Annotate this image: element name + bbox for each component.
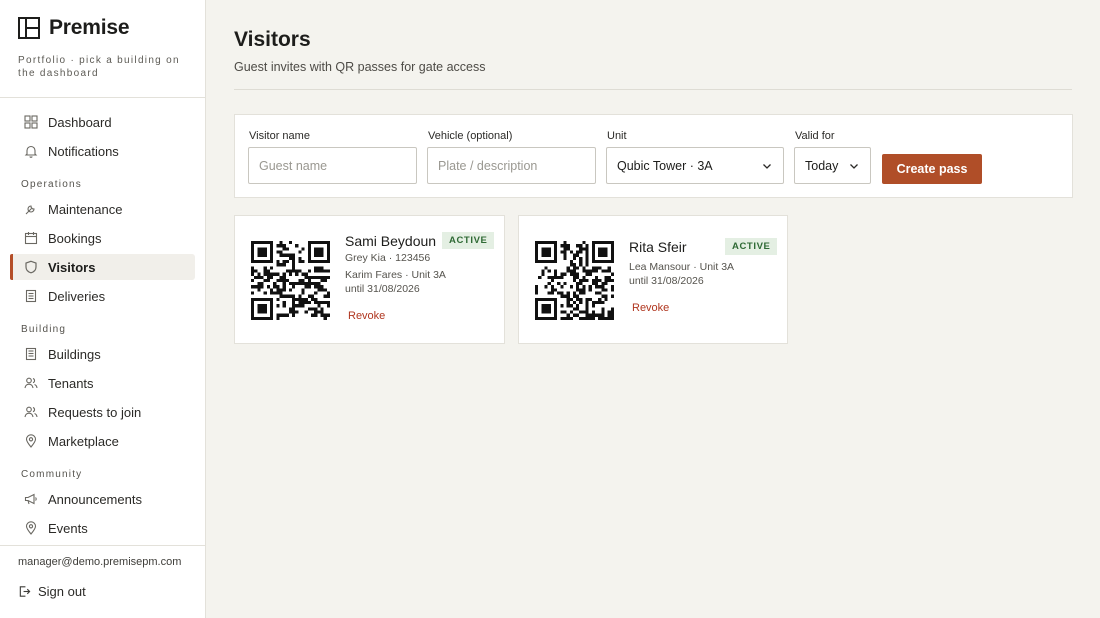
megaphone-icon [24,492,38,506]
visitor-vehicle: Grey Kia · 123456 [345,252,431,264]
sidebar-divider [0,97,206,98]
user-plus-icon [24,405,38,419]
sign-out-button[interactable]: Sign out [18,584,86,599]
visitor-host: Lea Mansour · Unit 3A [629,261,735,273]
revoke-button[interactable]: Revoke [348,310,385,322]
sidebar-item-dashboard[interactable]: Dashboard [10,109,195,135]
section-title-building: Building [21,324,67,335]
sign-out-icon [19,586,31,597]
premise-logo-icon [18,17,40,39]
sidebar: Premise Portfolio · pick a building on t… [0,0,206,618]
visitor-name-input[interactable] [248,147,417,184]
location-icon [24,521,38,535]
users-icon [24,376,38,390]
sidebar-item-label: Notifications [48,143,119,159]
visitor-name: Rita Sfeir [629,239,687,255]
sidebar-item-marketplace[interactable]: Marketplace [10,428,195,454]
chevron-down-icon [850,163,858,169]
sidebar-item-label: Deliveries [48,288,106,304]
sidebar-item-label: Maintenance [48,201,123,217]
sidebar-item-label: Events [48,520,88,536]
building-icon [24,347,38,361]
brand[interactable]: Premise [18,16,130,40]
sidebar-item-label: Announcements [48,491,142,507]
visitor-host: Karim Fares · Unit 3A [345,269,446,281]
calendar-icon [24,231,38,245]
sidebar-item-notifications[interactable]: Notifications [10,138,195,164]
sidebar-item-label: Visitors [48,259,96,275]
sidebar-item-maintenance[interactable]: Maintenance [10,196,195,222]
brand-subtitle: Portfolio · pick a building on the dashb… [18,55,180,79]
vehicle-label: Vehicle (optional) [428,130,513,142]
sidebar-item-label: Buildings [48,346,101,362]
visitor-valid-until: until 31/08/2026 [345,283,420,295]
grid-icon [24,115,38,129]
sidebar-item-events[interactable]: Events [10,515,195,541]
section-title-operations: Operations [21,179,82,190]
clipboard-icon [24,289,38,303]
sidebar-item-deliveries[interactable]: Deliveries [10,283,195,309]
bell-icon [24,144,38,158]
sidebar-item-label: Marketplace [48,433,119,449]
unit-select-value: Qubic Tower · 3A [617,158,713,173]
header-divider [234,89,1072,90]
page-title: Visitors [234,28,311,51]
valid-for-select-value: Today [805,158,839,173]
revoke-button[interactable]: Revoke [632,302,669,314]
create-pass-button[interactable]: Create pass [882,154,982,184]
unit-label: Unit [607,130,627,142]
sidebar-item-tenants[interactable]: Tenants [10,370,195,396]
shield-icon [24,260,38,274]
qr-code-icon [251,241,330,320]
create-pass-form: Visitor name Vehicle (optional) Unit Qub… [234,114,1073,198]
map-pin-icon [24,434,38,448]
sidebar-item-visitors[interactable]: Visitors [10,254,195,280]
sidebar-item-label: Dashboard [48,114,112,130]
sidebar-item-announcements[interactable]: Announcements [10,486,195,512]
valid-for-select[interactable]: Today [794,147,871,184]
visitor-name: Sami Beydoun [345,233,437,249]
chevron-down-icon [763,163,771,169]
vehicle-input[interactable] [427,147,596,184]
sidebar-divider [0,545,206,546]
visitor-name-label: Visitor name [249,130,310,142]
visitor-pass-card: Rita Sfeir ACTIVE Lea Mansour · Unit 3A … [518,215,788,344]
status-badge: ACTIVE [442,232,495,249]
sidebar-item-label: Bookings [48,230,102,246]
visitor-pass-card: Sami Beydoun ACTIVE Grey Kia · 123456 Ka… [234,215,505,344]
unit-select[interactable]: Qubic Tower · 3A [606,147,784,184]
visitor-valid-until: until 31/08/2026 [629,275,704,287]
sidebar-item-label: Tenants [48,375,94,391]
page-subtitle: Guest invites with QR passes for gate ac… [234,60,486,74]
sidebar-item-requests-to-join[interactable]: Requests to join [10,399,195,425]
sidebar-item-label: Requests to join [48,404,142,420]
sign-out-label: Sign out [38,584,86,599]
status-badge: ACTIVE [725,238,778,255]
wrench-icon [24,202,38,216]
user-email: manager@demo.premisepm.com [18,556,182,568]
sidebar-item-bookings[interactable]: Bookings [10,225,195,251]
section-title-community: Community [21,469,83,480]
brand-name: Premise [49,16,130,39]
sidebar-item-buildings[interactable]: Buildings [10,341,195,367]
qr-code-icon [535,241,614,320]
valid-for-label: Valid for [795,130,835,142]
